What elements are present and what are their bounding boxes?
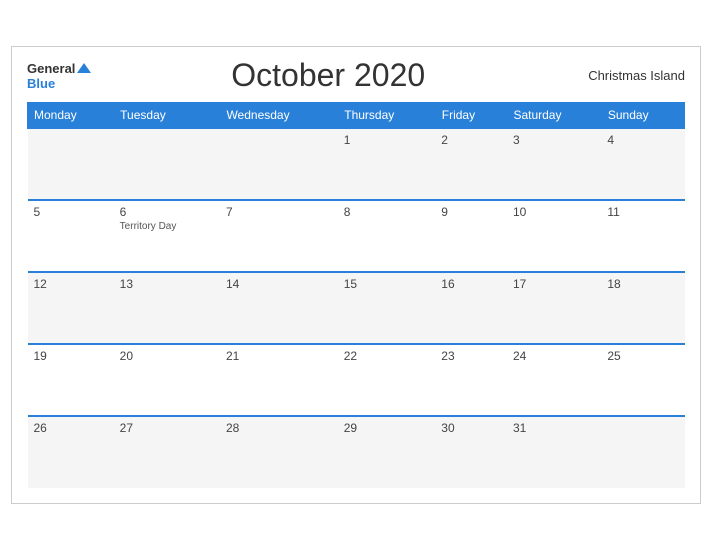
day-number: 8 bbox=[344, 205, 351, 219]
week-row-5: 26 27 28 29 30 31 bbox=[28, 416, 685, 488]
calendar-cell: 30 bbox=[435, 416, 507, 488]
day-number: 22 bbox=[344, 349, 357, 363]
calendar-cell bbox=[601, 416, 684, 488]
day-number: 12 bbox=[34, 277, 47, 291]
day-number: 3 bbox=[513, 133, 520, 147]
calendar-cell: 1 bbox=[338, 128, 436, 200]
weekday-header-saturday: Saturday bbox=[507, 103, 601, 129]
day-number: 27 bbox=[120, 421, 133, 435]
week-row-4: 19 20 21 22 23 24 25 bbox=[28, 344, 685, 416]
day-number: 23 bbox=[441, 349, 454, 363]
day-number: 1 bbox=[344, 133, 351, 147]
week-row-2: 5 6 Territory Day 7 8 9 10 11 bbox=[28, 200, 685, 272]
day-number: 6 bbox=[120, 205, 127, 219]
day-number: 21 bbox=[226, 349, 239, 363]
calendar-cell bbox=[114, 128, 220, 200]
weekday-header-sunday: Sunday bbox=[601, 103, 684, 129]
week-row-1: 1 2 3 4 bbox=[28, 128, 685, 200]
weekday-header-friday: Friday bbox=[435, 103, 507, 129]
weekday-header-row: MondayTuesdayWednesdayThursdayFridaySatu… bbox=[28, 103, 685, 129]
weekday-header-monday: Monday bbox=[28, 103, 114, 129]
day-number: 17 bbox=[513, 277, 526, 291]
day-number: 5 bbox=[34, 205, 41, 219]
day-number: 18 bbox=[607, 277, 620, 291]
calendar-cell: 15 bbox=[338, 272, 436, 344]
weekday-header-tuesday: Tuesday bbox=[114, 103, 220, 129]
calendar-header: General Blue October 2020 Christmas Isla… bbox=[27, 57, 685, 94]
day-number: 30 bbox=[441, 421, 454, 435]
calendar-cell: 10 bbox=[507, 200, 601, 272]
logo-blue: Blue bbox=[27, 77, 91, 91]
calendar-cell: 28 bbox=[220, 416, 338, 488]
calendar-cell: 27 bbox=[114, 416, 220, 488]
day-number: 28 bbox=[226, 421, 239, 435]
calendar-cell: 6 Territory Day bbox=[114, 200, 220, 272]
day-number: 31 bbox=[513, 421, 526, 435]
calendar-grid: MondayTuesdayWednesdayThursdayFridaySatu… bbox=[27, 102, 685, 488]
calendar-cell: 9 bbox=[435, 200, 507, 272]
calendar-cell: 29 bbox=[338, 416, 436, 488]
calendar-cell: 2 bbox=[435, 128, 507, 200]
calendar-cell: 21 bbox=[220, 344, 338, 416]
calendar-cell: 17 bbox=[507, 272, 601, 344]
calendar-cell: 31 bbox=[507, 416, 601, 488]
calendar-cell: 26 bbox=[28, 416, 114, 488]
calendar-cell: 14 bbox=[220, 272, 338, 344]
calendar-cell: 12 bbox=[28, 272, 114, 344]
calendar-cell bbox=[220, 128, 338, 200]
calendar-cell: 25 bbox=[601, 344, 684, 416]
day-number: 13 bbox=[120, 277, 133, 291]
calendar-cell: 8 bbox=[338, 200, 436, 272]
day-number: 9 bbox=[441, 205, 448, 219]
day-number: 20 bbox=[120, 349, 133, 363]
day-number: 19 bbox=[34, 349, 47, 363]
day-number: 25 bbox=[607, 349, 620, 363]
day-number: 26 bbox=[34, 421, 47, 435]
logo-triangle-icon bbox=[77, 63, 91, 73]
logo: General Blue bbox=[27, 60, 91, 92]
day-number: 24 bbox=[513, 349, 526, 363]
region-label: Christmas Island bbox=[565, 68, 685, 83]
calendar-cell: 18 bbox=[601, 272, 684, 344]
day-number: 11 bbox=[607, 205, 619, 219]
calendar-cell: 5 bbox=[28, 200, 114, 272]
week-row-3: 12 13 14 15 16 17 18 bbox=[28, 272, 685, 344]
day-number: 14 bbox=[226, 277, 239, 291]
calendar-cell: 19 bbox=[28, 344, 114, 416]
day-number: 10 bbox=[513, 205, 526, 219]
day-number: 7 bbox=[226, 205, 233, 219]
calendar-cell: 23 bbox=[435, 344, 507, 416]
calendar-cell: 22 bbox=[338, 344, 436, 416]
calendar-cell: 16 bbox=[435, 272, 507, 344]
calendar-cell: 3 bbox=[507, 128, 601, 200]
calendar-cell: 7 bbox=[220, 200, 338, 272]
calendar-cell: 13 bbox=[114, 272, 220, 344]
day-number: 2 bbox=[441, 133, 448, 147]
calendar-container: General Blue October 2020 Christmas Isla… bbox=[11, 46, 701, 504]
calendar-cell bbox=[28, 128, 114, 200]
calendar-cell: 4 bbox=[601, 128, 684, 200]
weekday-header-wednesday: Wednesday bbox=[220, 103, 338, 129]
day-number: 16 bbox=[441, 277, 454, 291]
day-number: 15 bbox=[344, 277, 357, 291]
logo-general: General bbox=[27, 60, 91, 78]
day-number: 4 bbox=[607, 133, 614, 147]
event-label: Territory Day bbox=[120, 221, 214, 232]
weekday-header-thursday: Thursday bbox=[338, 103, 436, 129]
calendar-cell: 20 bbox=[114, 344, 220, 416]
calendar-cell: 11 bbox=[601, 200, 684, 272]
calendar-cell: 24 bbox=[507, 344, 601, 416]
month-title: October 2020 bbox=[91, 57, 565, 94]
day-number: 29 bbox=[344, 421, 357, 435]
